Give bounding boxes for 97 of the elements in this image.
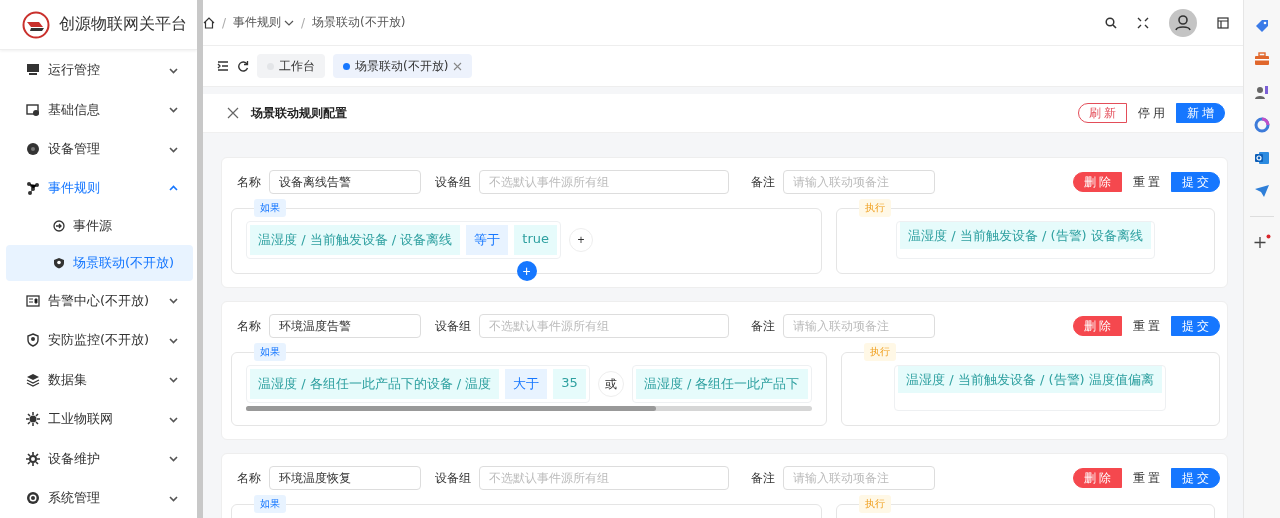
input-field[interactable]: 不选默认事件源所有组 bbox=[479, 466, 729, 490]
menu-item[interactable]: 设备维护 bbox=[0, 439, 197, 479]
field-label: 设备组 bbox=[435, 317, 471, 335]
action-button[interactable]: 删除 bbox=[1072, 468, 1122, 488]
action-button[interactable]: 新增 bbox=[1176, 103, 1225, 123]
condition-value: 35 bbox=[553, 369, 586, 399]
tab-dot bbox=[343, 62, 350, 70]
action-button[interactable]: 刷新 bbox=[1078, 103, 1127, 123]
operator: 大于 bbox=[505, 369, 548, 399]
gear-icon bbox=[26, 451, 40, 466]
action-label: 执行 bbox=[859, 199, 891, 217]
action-button[interactable]: 删除 bbox=[1072, 316, 1122, 336]
action-button[interactable]: 提交 bbox=[1170, 468, 1220, 488]
field-label: 备注 bbox=[751, 317, 775, 335]
condition-value: true bbox=[514, 225, 557, 255]
submenu-item[interactable]: 事件源 bbox=[6, 208, 193, 245]
menu-item[interactable]: 系统管理 bbox=[0, 478, 197, 518]
toolbox-icon[interactable] bbox=[1254, 51, 1270, 67]
breadcrumb-link[interactable]: 场景联动(不开放) bbox=[312, 14, 406, 31]
login-icon bbox=[53, 220, 65, 233]
breadcrumb-link[interactable]: 事件规则 bbox=[233, 14, 295, 31]
nodes-icon bbox=[26, 181, 40, 196]
add-group-button[interactable]: + bbox=[516, 261, 537, 281]
field-label: 名称 bbox=[237, 317, 261, 335]
input-field[interactable]: 不选默认事件源所有组 bbox=[479, 314, 729, 338]
card-icon bbox=[26, 293, 40, 308]
tab[interactable]: 场景联动(不开放) bbox=[333, 54, 473, 78]
action-label: 执行 bbox=[863, 343, 896, 361]
indent-icon[interactable] bbox=[217, 60, 229, 72]
refresh-icon[interactable] bbox=[237, 60, 249, 72]
input-field[interactable]: 请输入联动项备注 bbox=[783, 466, 935, 490]
menu-item[interactable]: 安防监控(不开放) bbox=[0, 320, 197, 361]
chevron-down-icon bbox=[168, 374, 179, 386]
menu-item[interactable]: 基础信息 bbox=[0, 89, 197, 130]
layout-icon[interactable] bbox=[1217, 16, 1229, 29]
logo-icon bbox=[22, 10, 50, 39]
action-button[interactable]: 删除 bbox=[1072, 172, 1122, 192]
field-label: 设备组 bbox=[435, 173, 471, 191]
field-label: 名称 bbox=[237, 469, 261, 487]
chevron-down-icon bbox=[168, 104, 179, 116]
input-field[interactable]: 请输入联动项备注 bbox=[783, 314, 935, 338]
condition-label: 如果 bbox=[254, 199, 286, 217]
target-icon bbox=[26, 491, 40, 506]
menu-item[interactable]: 事件规则 bbox=[0, 168, 197, 209]
or-connector[interactable]: 或 bbox=[597, 371, 624, 397]
layers-icon bbox=[26, 372, 40, 387]
field-label: 备注 bbox=[751, 469, 775, 487]
app-title: 创源物联网关平台 bbox=[59, 14, 187, 36]
menu-item[interactable]: 告警中心(不开放) bbox=[0, 281, 197, 321]
condition-label: 如果 bbox=[254, 343, 286, 361]
shield-icon bbox=[53, 256, 65, 269]
search-icon[interactable] bbox=[1105, 16, 1117, 29]
fullscreen-icon[interactable] bbox=[1137, 16, 1149, 29]
close-icon[interactable] bbox=[453, 61, 463, 71]
menu-item[interactable]: 工业物联网 bbox=[0, 399, 197, 440]
monitor-icon bbox=[26, 63, 40, 78]
property-path: 温湿度 / 当前触发设备 / 设备离线 bbox=[250, 225, 461, 255]
field-label: 名称 bbox=[237, 173, 261, 191]
shield-icon bbox=[26, 333, 40, 348]
action-button[interactable]: 提交 bbox=[1170, 172, 1220, 192]
menu-item[interactable]: 运行管控 bbox=[0, 50, 197, 90]
input-field[interactable]: 设备离线告警 bbox=[269, 170, 421, 194]
disc-icon bbox=[26, 142, 40, 156]
page-title: 场景联动规则配置 bbox=[251, 104, 348, 122]
chevron-down-icon bbox=[168, 295, 179, 307]
mail-icon[interactable] bbox=[1254, 150, 1270, 166]
menu-item[interactable]: 设备管理 bbox=[0, 129, 197, 169]
tag-icon[interactable] bbox=[1254, 18, 1270, 34]
home-icon[interactable] bbox=[203, 16, 215, 29]
action-label: 执行 bbox=[859, 495, 891, 513]
add-icon[interactable] bbox=[1253, 234, 1271, 250]
input-field[interactable]: 环境温度恢复 bbox=[269, 466, 421, 490]
add-condition-button[interactable]: + bbox=[569, 228, 593, 252]
chevron-down-icon bbox=[168, 453, 179, 465]
field-label: 备注 bbox=[751, 173, 775, 191]
scrollbar[interactable] bbox=[246, 406, 812, 411]
action-button[interactable]: 提交 bbox=[1170, 316, 1220, 336]
screen-gear-icon bbox=[26, 102, 40, 117]
ring-icon[interactable] bbox=[1254, 117, 1270, 133]
breadcrumb-separator: / bbox=[222, 15, 227, 30]
close-icon[interactable] bbox=[227, 107, 239, 119]
breadcrumb-separator: / bbox=[301, 15, 306, 30]
input-field[interactable]: 请输入联动项备注 bbox=[783, 170, 935, 194]
tab[interactable]: 工作台 bbox=[257, 54, 325, 78]
operator: 等于 bbox=[466, 225, 509, 255]
avatar-icon[interactable] bbox=[1169, 8, 1197, 37]
condition-clause[interactable]: 温湿度 / 当前触发设备 / 设备离线 等于 true bbox=[246, 221, 561, 259]
field-label: 设备组 bbox=[435, 469, 471, 487]
send-icon[interactable] bbox=[1254, 183, 1270, 199]
input-field[interactable]: 环境温度告警 bbox=[269, 314, 421, 338]
condition-clause[interactable]: 温湿度 / 各组任一此产品下的设备 / 温度 大于 35 bbox=[246, 365, 590, 403]
submenu-item[interactable]: 场景联动(不开放) bbox=[6, 244, 193, 282]
input-field[interactable]: 不选默认事件源所有组 bbox=[479, 170, 729, 194]
pawn-icon[interactable] bbox=[1254, 84, 1270, 100]
menu-item[interactable]: 数据集 bbox=[0, 360, 197, 400]
condition-label: 如果 bbox=[254, 495, 286, 513]
property-path: 温湿度 / 各组任一此产品下的设备 / 温度 bbox=[250, 369, 500, 399]
